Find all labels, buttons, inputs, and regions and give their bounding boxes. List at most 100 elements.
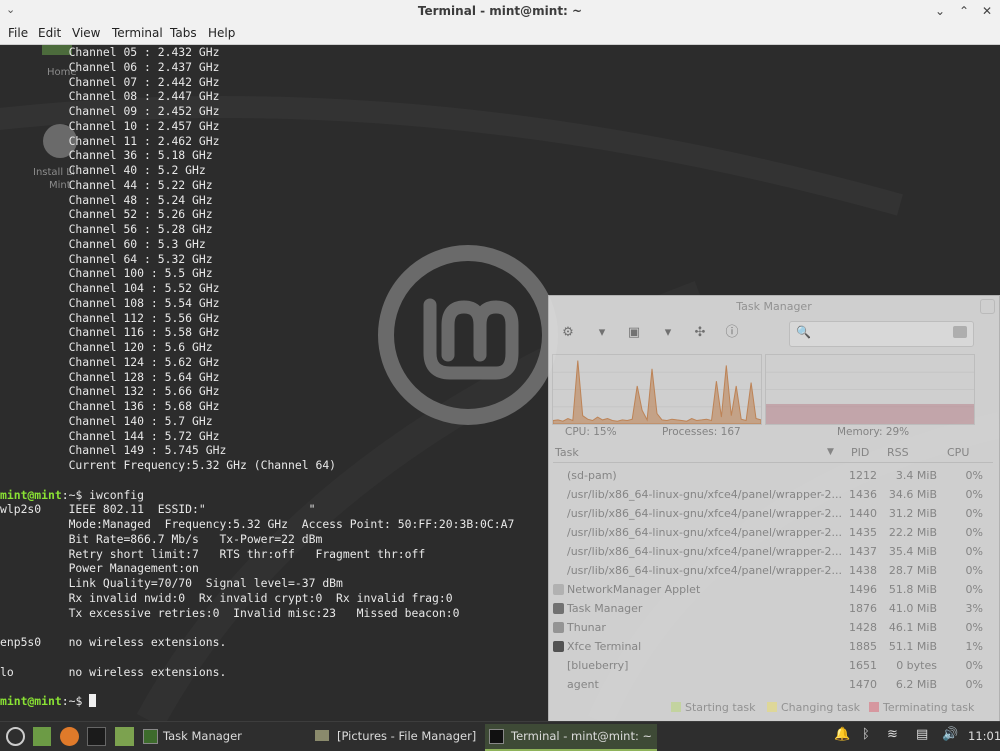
window-titlebar[interactable]: ⌄ Terminal - mint@mint: ~ ⌄ ⌃ ✕ <box>0 0 1000 24</box>
taskbar-item-label: [Pictures - File Manager] <box>337 729 477 743</box>
table-row[interactable]: (sd-pam) 1212 3.4 MiB 0% <box>553 466 993 485</box>
table-row[interactable]: /usr/lib/x86_64-linux-gnu/xfce4/panel/wr… <box>553 542 993 561</box>
task-search-input[interactable]: 🔍 <box>789 321 974 347</box>
table-row[interactable]: NetworkManager Applet 1496 51.8 MiB 0% <box>553 580 993 599</box>
task-manager-title: Task Manager <box>736 300 812 313</box>
process-rss: 0 bytes <box>896 659 937 672</box>
process-pid: 1651 <box>849 659 877 672</box>
terminal-prompt: mint@mint <box>0 487 62 502</box>
terminal-line: Channel 60 : 5.3 GHz <box>0 236 206 251</box>
view-dropdown-icon[interactable]: ▾ <box>659 324 677 342</box>
window-view-icon[interactable]: ▣ <box>625 324 643 342</box>
terminal-prompt-suffix: :~$ iwconfig <box>61 487 145 502</box>
process-rss: 35.4 MiB <box>888 545 937 558</box>
legend-starting-label: Starting task <box>685 701 756 714</box>
task-manager-toolbar: ⚙ ▾ ▣ ▾ ✣ ⓘ 🔍 <box>549 318 999 348</box>
select-window-crosshair-icon[interactable]: ✣ <box>691 324 709 342</box>
column-rss[interactable]: RSS <box>887 446 909 459</box>
taskbar-item-terminal[interactable]: Terminal - mint@mint: ~ <box>485 724 657 751</box>
memory-usage-area <box>766 403 974 424</box>
volume-icon[interactable]: 🔊 <box>942 727 958 742</box>
taskbar-item-file-manager[interactable]: [Pictures - File Manager] <box>311 724 481 749</box>
process-cpu: 0% <box>965 564 983 577</box>
clipboard-icon[interactable]: ▤ <box>916 727 928 742</box>
table-row[interactable]: Task Manager 1876 41.0 MiB 3% <box>553 599 993 618</box>
process-rss: 3.4 MiB <box>895 469 937 482</box>
process-rss: 31.2 MiB <box>888 507 937 520</box>
mint-menu-icon[interactable] <box>6 727 25 746</box>
table-row[interactable]: [blueberry] 1651 0 bytes 0% <box>553 656 993 675</box>
firefox-icon[interactable] <box>60 727 79 746</box>
process-cpu: 0% <box>965 678 983 691</box>
menubar: File Edit View Terminal Tabs Help <box>0 23 1000 45</box>
terminal-launcher-icon[interactable] <box>87 727 106 746</box>
process-rss: 28.7 MiB <box>888 564 937 577</box>
menu-tabs[interactable]: Tabs <box>170 26 197 40</box>
process-cpu: 0% <box>965 488 983 501</box>
task-manager-close-icon[interactable] <box>980 299 995 314</box>
process-name: [blueberry] <box>567 659 629 672</box>
column-task[interactable]: Task <box>555 446 579 459</box>
settings-dropdown-icon[interactable]: ▾ <box>593 324 611 342</box>
terminal-line: Channel 09 : 2.452 GHz <box>0 104 220 118</box>
clock[interactable]: 11:01 <box>968 729 1000 743</box>
menu-help[interactable]: Help <box>208 26 235 40</box>
cpu-graph <box>552 354 762 425</box>
taskbar-item-label: Terminal - mint@mint: ~ <box>511 729 653 743</box>
taskbar-item-task-manager[interactable]: Task Manager <box>139 724 305 749</box>
app-icon <box>553 603 564 614</box>
cpu-usage-label: CPU: 15% <box>565 426 617 438</box>
legend-changing-swatch <box>767 702 777 712</box>
process-name: Task Manager <box>567 602 643 615</box>
terminal-prompt: mint@mint <box>0 694 62 708</box>
about-info-icon[interactable]: ⓘ <box>723 324 741 342</box>
terminal-line: Channel 104 : 5.52 GHz <box>0 281 220 295</box>
taskbar-item-label: Task Manager <box>163 729 242 743</box>
process-pid: 1876 <box>849 602 877 615</box>
terminal-line: Channel 08 : 2.447 GHz <box>0 89 220 104</box>
menu-edit[interactable]: Edit <box>38 26 61 40</box>
show-desktop-icon[interactable] <box>33 727 51 746</box>
column-pid[interactable]: PID <box>851 446 869 459</box>
bluetooth-icon[interactable]: ᛒ <box>862 727 870 742</box>
process-name: /usr/lib/x86_64-linux-gnu/xfce4/panel/wr… <box>567 488 842 501</box>
table-row[interactable]: Thunar 1428 46.1 MiB 0% <box>553 618 993 637</box>
column-cpu[interactable]: CPU <box>947 446 969 459</box>
terminal-line: Channel 10 : 2.457 GHz <box>0 118 220 133</box>
task-manager-window[interactable]: Task Manager ⚙ ▾ ▣ ▾ ✣ ⓘ 🔍 CPU: 15% Proc… <box>548 295 1000 722</box>
process-name: agent <box>567 678 599 691</box>
terminal-app-icon <box>489 729 504 744</box>
process-name: /usr/lib/x86_64-linux-gnu/xfce4/panel/wr… <box>567 545 842 558</box>
process-rss: 51.8 MiB <box>888 583 937 596</box>
table-row[interactable]: /usr/lib/x86_64-linux-gnu/xfce4/panel/wr… <box>553 561 993 580</box>
process-pid: 1440 <box>849 507 877 520</box>
process-name: /usr/lib/x86_64-linux-gnu/xfce4/panel/wr… <box>567 507 842 520</box>
menu-terminal[interactable]: Terminal <box>112 26 163 40</box>
process-list: (sd-pam) 1212 3.4 MiB 0% /usr/lib/x86_64-lin… <box>553 466 993 694</box>
sort-arrow-icon[interactable]: ▼ <box>827 447 834 457</box>
clear-search-icon[interactable] <box>953 326 967 338</box>
maximize-icon[interactable]: ⌃ <box>955 2 973 20</box>
settings-gear-icon[interactable]: ⚙ <box>559 324 577 342</box>
memory-usage-label: Memory: 29% <box>837 426 910 438</box>
terminal-line: Channel 64 : 5.32 GHz <box>0 251 213 266</box>
process-cpu: 1% <box>965 640 983 653</box>
table-row[interactable]: /usr/lib/x86_64-linux-gnu/xfce4/panel/wr… <box>553 485 993 504</box>
terminal-line: Channel 56 : 5.28 GHz <box>0 222 213 236</box>
files-launcher-icon[interactable] <box>115 727 134 746</box>
process-pid: 1470 <box>849 678 877 691</box>
menu-view[interactable]: View <box>72 26 100 40</box>
table-row[interactable]: Xfce Terminal 1885 51.1 MiB 1% <box>553 637 993 656</box>
notifications-bell-icon[interactable]: 🔔 <box>834 727 850 742</box>
menu-file[interactable]: File <box>8 26 28 40</box>
process-cpu: 3% <box>965 602 983 615</box>
table-row[interactable]: agent 1470 6.2 MiB 0% <box>553 675 993 694</box>
minimize-icon[interactable]: ⌄ <box>931 2 949 20</box>
process-pid: 1212 <box>849 469 877 482</box>
wifi-icon[interactable]: ≋ <box>887 727 898 742</box>
table-row[interactable]: /usr/lib/x86_64-linux-gnu/xfce4/panel/wr… <box>553 504 993 523</box>
table-row[interactable]: /usr/lib/x86_64-linux-gnu/xfce4/panel/wr… <box>553 523 993 542</box>
close-icon[interactable]: ✕ <box>978 2 996 20</box>
process-cpu: 0% <box>965 659 983 672</box>
app-icon <box>553 584 564 595</box>
